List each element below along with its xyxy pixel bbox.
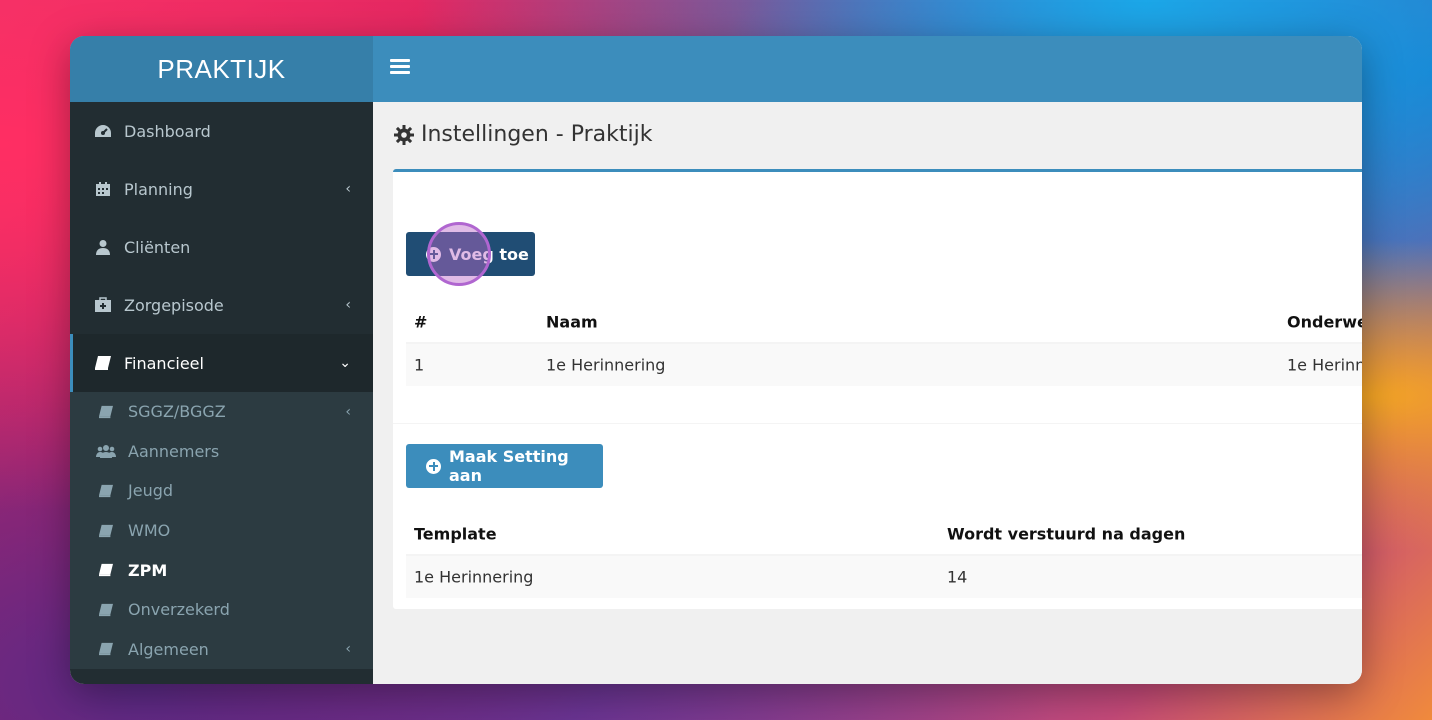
submenu-item-label: SGGZ/BGGZ [128,402,226,422]
top-navbar: PRAKTIJK [70,36,1362,102]
section-divider [393,423,1362,424]
chevron-left-icon: ‹ [345,297,351,313]
page-title-text: Instellingen - Praktijk [421,122,653,147]
sidebar-item-dashboard[interactable]: Dashboard [70,102,373,160]
column-header: Naam [546,312,598,332]
main-content: Instellingen - Praktijk Voeg toe # Naam … [373,102,1362,684]
submenu-item-aannemers[interactable]: Aannemers [70,432,373,472]
dashboard-icon [92,122,114,140]
sidebar-item-label: Cliënten [124,237,191,257]
submenu-item-label: Algemeen [128,639,209,659]
table-row[interactable]: 1e Herinnering 14 [406,556,1362,598]
table-cell: 14 [947,567,968,587]
settings-table: Template Wordt verstuurd na dagen 1e Her… [406,514,1362,598]
create-setting-button-label: Maak Setting aan [449,447,569,485]
book-icon [96,641,116,657]
column-header: Wordt verstuurd na dagen [947,524,1186,544]
sidebar-item-financieel[interactable]: Financieel ⌄ [70,334,373,392]
chevron-left-icon: ‹ [345,641,351,658]
table-cell: 1 [414,355,425,375]
table-cell: 1e Herinnering [546,355,666,375]
submenu-item-label: WMO [128,521,171,541]
book-icon [96,562,116,578]
submenu-item-onverzekerd[interactable]: Onverzekerd [70,590,373,630]
book-icon [96,523,116,539]
submenu-item-jeugd[interactable]: Jeugd [70,471,373,511]
hamburger-icon [390,59,410,62]
plus-circle-icon [426,458,441,474]
submenu-item-label: ZPM [128,560,168,580]
user-icon [92,238,114,256]
sidebar-toggle-button[interactable] [390,59,410,77]
sidebar-item-label: Zorgepisode [124,295,224,315]
column-header: # [414,312,428,332]
table-cell: 1e Herinnering [414,567,534,587]
app-window: PRAKTIJK Dashboard Planning ‹ Cliënten Z… [70,36,1362,684]
calendar-icon [92,180,114,198]
book-icon [96,483,116,499]
medkit-icon [92,296,114,314]
submenu-item-label: Onverzekerd [128,600,230,620]
brand-logo[interactable]: PRAKTIJK [70,36,373,102]
chevron-left-icon: ‹ [345,181,351,197]
book-icon [96,404,116,420]
settings-box: Voeg toe # Naam Onderwer 1 1e Herinnerin… [393,169,1362,609]
column-header: Template [414,524,497,544]
chevron-left-icon: ‹ [345,403,351,420]
financieel-submenu: SGGZ/BGGZ ‹ Aannemers Jeugd WMO ZPM Onve… [70,392,373,670]
create-setting-button[interactable]: Maak Setting aan [406,444,603,488]
table-header-row: Template Wordt verstuurd na dagen [406,514,1362,556]
sidebar-item-clienten[interactable]: Cliënten [70,218,373,276]
reminders-table: # Naam Onderwer 1 1e Herinnering 1e Heri… [406,302,1362,386]
page-title: Instellingen - Praktijk [393,122,652,147]
sidebar-item-planning[interactable]: Planning ‹ [70,160,373,218]
sidebar-item-label: Planning [124,179,193,199]
gear-icon [393,124,415,146]
click-indicator [427,222,491,286]
submenu-item-zpm[interactable]: ZPM [70,550,373,590]
sidebar: Dashboard Planning ‹ Cliënten Zorgepisod… [70,102,373,684]
column-header: Onderwer [1287,312,1362,332]
submenu-item-label: Jeugd [128,481,174,501]
sidebar-item-zorgepisode[interactable]: Zorgepisode ‹ [70,276,373,334]
book-icon [92,354,114,372]
submenu-item-wmo[interactable]: WMO [70,511,373,551]
sidebar-item-label: Dashboard [124,121,211,141]
chevron-down-icon: ⌄ [339,355,351,371]
table-row[interactable]: 1 1e Herinnering 1e Herinn [406,344,1362,386]
table-header-row: # Naam Onderwer [406,302,1362,344]
users-icon [96,443,116,459]
sidebar-item-label: Financieel [124,353,204,373]
submenu-item-sggz-bggz[interactable]: SGGZ/BGGZ ‹ [70,392,373,432]
submenu-item-algemeen[interactable]: Algemeen ‹ [70,630,373,670]
table-cell: 1e Herinn [1287,355,1362,375]
book-icon [96,602,116,618]
submenu-item-label: Aannemers [128,441,220,461]
